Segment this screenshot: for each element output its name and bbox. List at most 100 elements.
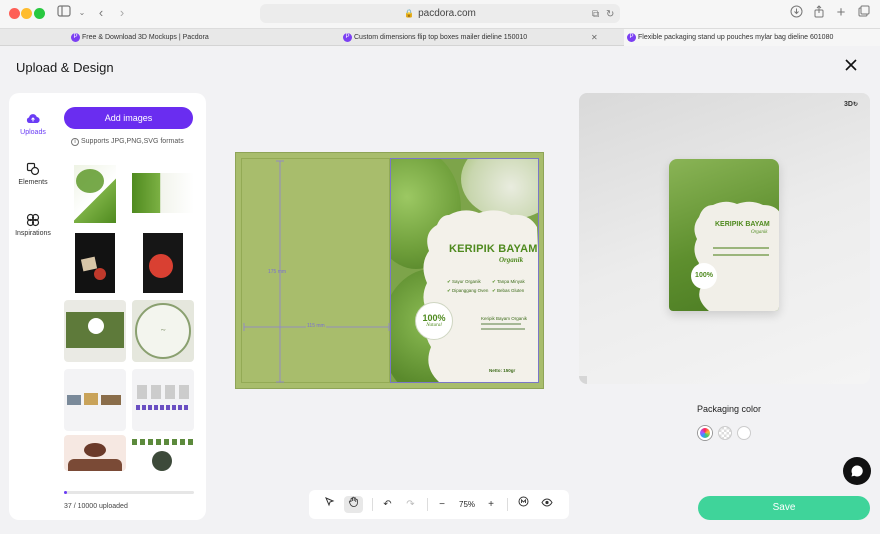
back-icon[interactable]: ‹ <box>93 5 109 21</box>
tab-strip: P Free & Download 3D Mockups | Pacdora PC… <box>0 29 880 46</box>
canvas-toolbar: ↶ ↷ − 75% + <box>309 490 569 519</box>
upload-thumbnail[interactable] <box>132 232 194 294</box>
width-dimension-label: 115 mm <box>306 323 326 329</box>
nav-label: Inspirations <box>15 230 51 237</box>
chat-support-button[interactable] <box>843 457 871 485</box>
upload-thumbnail[interactable] <box>64 232 126 294</box>
tab-label: Flexible packaging stand up pouches myla… <box>638 34 834 41</box>
nav-uploads[interactable]: Uploads <box>11 112 55 136</box>
pacdora-favicon-icon: P <box>71 33 80 42</box>
nav-label: Uploads <box>20 129 46 136</box>
3d-rotate-icon[interactable]: 3D↻ <box>844 101 858 108</box>
pouch-brand: KERIPIK BAYAM <box>715 221 770 228</box>
browser-toolbar: ⌄ ‹ › 🔒 pacdora.com ⧉ ↻ + <box>0 0 880 29</box>
preview-corner <box>579 376 587 384</box>
address-bar[interactable]: 🔒 pacdora.com ⧉ ↻ <box>260 4 620 23</box>
upload-count: 37 / 10000 uploaded <box>64 503 128 510</box>
share-icon[interactable] <box>811 5 827 21</box>
pacdora-favicon-icon: P <box>627 33 636 42</box>
nav-inspirations[interactable]: Inspirations <box>11 213 55 237</box>
chat-bubble-icon <box>851 465 863 477</box>
new-tab-icon[interactable]: + <box>833 5 849 21</box>
upload-thumbnail[interactable] <box>64 369 126 431</box>
tab-pouch-active[interactable]: P Flexible packaging stand up pouches myl… <box>624 29 880 46</box>
3d-preview[interactable]: 3D↻ KERIPIK BAYAM Organik 100% <box>579 93 870 384</box>
swatch-white[interactable] <box>737 426 751 440</box>
dieline-back-panel[interactable]: 175 mm 115 mm <box>241 158 390 383</box>
upload-thumbnail[interactable] <box>132 369 194 431</box>
upload-design-modal: Upload & Design Uploads Elements Inspira… <box>0 47 880 534</box>
download-icon[interactable] <box>788 5 804 21</box>
upload-thumbnail[interactable] <box>64 163 126 225</box>
close-icon[interactable] <box>841 56 861 76</box>
packaging-color-label: Packaging color <box>697 404 762 414</box>
check-icon: ✔ <box>492 279 496 284</box>
upload-thumbnail[interactable] <box>132 435 194 471</box>
thumbnail-scrollbar[interactable] <box>64 491 194 494</box>
check-icon: ✔ <box>447 279 451 284</box>
zoom-out-icon[interactable]: − <box>435 496 449 513</box>
supports-text: Supports JPG,PNG,SVG formats <box>81 138 184 145</box>
url-text: pacdora.com <box>418 8 476 19</box>
tab-pacdora-home[interactable]: P Free & Download 3D Mockups | Pacdora <box>68 29 290 46</box>
pacdora-favicon-icon: P <box>343 33 352 42</box>
tab-label: Custom dimensions flip top boxes mailer … <box>354 34 528 41</box>
company-name: Keripik Bayam Organik <box>481 316 528 321</box>
preview-eye-icon[interactable] <box>538 496 555 513</box>
redo-icon[interactable]: ↷ <box>402 496 419 513</box>
badge-sub: Natural <box>426 323 442 328</box>
zoom-level: 75% <box>459 500 476 509</box>
upload-thumbnail[interactable] <box>132 163 194 225</box>
height-dimension-label: 175 mm <box>268 269 287 275</box>
swatch-multicolor[interactable] <box>698 426 712 440</box>
info-icon: i <box>71 138 79 146</box>
cloud-upload-icon <box>26 114 40 124</box>
forward-icon[interactable]: › <box>114 5 130 21</box>
fit-view-icon[interactable] <box>515 496 532 513</box>
close-window-button[interactable] <box>9 8 20 19</box>
translate-icon[interactable]: ⧉ <box>592 5 599 24</box>
sidebar-toggle-icon[interactable] <box>56 5 72 21</box>
hand-tool-icon[interactable] <box>344 496 363 513</box>
minimize-window-button[interactable] <box>21 8 32 19</box>
save-button[interactable]: Save <box>698 496 870 520</box>
supported-formats-note: i Supports JPG,PNG,SVG formats <box>71 138 184 146</box>
zoom-in-icon[interactable]: + <box>484 496 498 513</box>
pouch-subtitle: Organik <box>751 230 768 235</box>
nav-label: Elements <box>18 179 48 186</box>
upload-thumbnail[interactable] <box>64 435 126 471</box>
natural-badge: 100% Natural <box>415 302 453 340</box>
badge-main: 100% <box>422 313 446 323</box>
swatch-transparent[interactable] <box>718 426 732 440</box>
assets-panel: Uploads Elements Inspirations Add images… <box>9 93 206 520</box>
undo-icon[interactable]: ↶ <box>379 496 396 513</box>
contact-line <box>481 328 525 330</box>
shapes-icon <box>26 162 40 176</box>
tab-overview-icon[interactable] <box>856 5 872 21</box>
upload-thumbnail[interactable]: ~ <box>132 300 194 362</box>
brand-title: KERIPIK BAYAM <box>449 243 538 255</box>
dieline-canvas[interactable]: 175 mm 115 mm KERIPIK BAYAM Organik ✔ Sa… <box>235 152 544 389</box>
pouch-feature-line <box>713 247 769 249</box>
select-tool-icon[interactable] <box>321 496 338 513</box>
tab-mailer-box[interactable]: P Custom dimensions flip top boxes mailer… <box>340 29 590 46</box>
add-images-button[interactable]: Add images <box>64 107 193 129</box>
nav-elements[interactable]: Elements <box>11 162 55 186</box>
chevron-down-icon[interactable]: ⌄ <box>74 5 90 21</box>
toolbar-divider <box>427 498 428 511</box>
page-title: Upload & Design <box>16 60 114 75</box>
check-icon: ✔ <box>447 288 451 293</box>
pouch-badge: 100% <box>691 263 717 289</box>
dieline-front-panel[interactable]: KERIPIK BAYAM Organik ✔ Sayur Organik ✔ … <box>390 158 539 383</box>
maximize-window-button[interactable] <box>34 8 45 19</box>
reload-icon[interactable]: ↻ <box>606 5 614 24</box>
flower-icon <box>26 213 40 227</box>
brand-subtitle: Organik <box>499 256 524 264</box>
upload-thumbnail[interactable] <box>64 300 126 362</box>
close-tab-icon[interactable]: ✕ <box>591 29 598 46</box>
pouch-model: KERIPIK BAYAM Organik 100% <box>669 159 779 311</box>
feature-item: ✔ Dipanggang Oven <box>447 288 489 293</box>
check-icon: ✔ <box>492 288 496 293</box>
lock-icon: 🔒 <box>404 9 415 18</box>
contact-line <box>481 323 521 325</box>
